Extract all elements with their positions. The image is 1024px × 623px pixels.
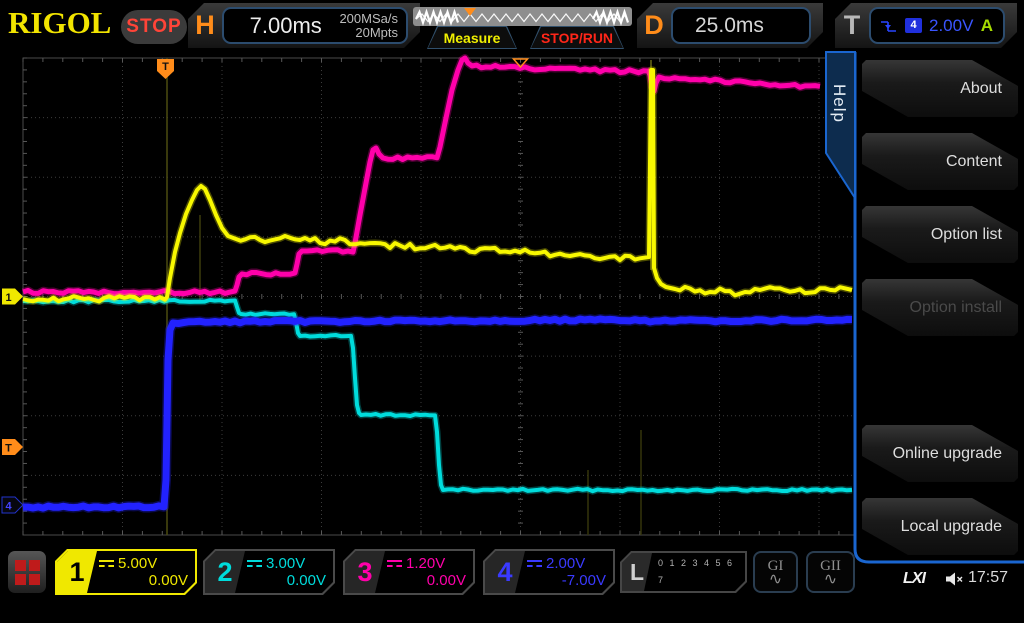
stop-run-button-label: STOP/RUN xyxy=(531,27,623,48)
trigger-source-badge: 4 xyxy=(905,18,922,33)
channel4-offset: -7.00V xyxy=(527,572,606,589)
channel3-number: 3 xyxy=(345,551,385,593)
acquisition-info: 200MSa/s 20Mpts xyxy=(339,12,398,40)
channel4-box[interactable]: 4 2.00V-7.00V xyxy=(483,549,615,595)
help-tab[interactable]: Help xyxy=(829,84,849,123)
generator2-button[interactable]: GII ∿ xyxy=(806,551,855,593)
trigger-position-label: T xyxy=(162,61,169,73)
logic-analyzer-label: L xyxy=(622,553,652,591)
channel1-offset: 0.00V xyxy=(99,572,188,589)
dc-coupling-icon xyxy=(247,560,262,568)
channel3-offset: 0.00V xyxy=(387,572,466,589)
sine-icon: ∿ xyxy=(769,573,782,586)
sample-rate: 200MSa/s xyxy=(339,12,398,26)
lxi-status: LXI xyxy=(903,570,925,588)
channel2-scale: 3.00V xyxy=(266,555,305,572)
channel3-scale: 1.20V xyxy=(406,555,445,572)
timebase-value: 7.00ms xyxy=(232,13,339,39)
stop-run-button[interactable]: STOP/RUN xyxy=(530,26,624,49)
dc-coupling-icon xyxy=(387,560,402,568)
channel4-number: 4 xyxy=(485,551,525,593)
ch1-yellow-halo xyxy=(23,70,852,302)
clock: 17:57 xyxy=(968,569,1008,587)
menu-grid-icon xyxy=(29,560,40,571)
trigger-slope-icon xyxy=(879,18,898,34)
waveform-overview-graphic xyxy=(413,7,632,26)
overview-trigger-marker xyxy=(464,8,476,16)
channel1-position-marker-label: 1 xyxy=(5,292,11,304)
measure-button-label: Measure xyxy=(428,27,516,48)
channel2-offset: 0.00V xyxy=(247,572,326,589)
channel4-position-marker-label: 4 xyxy=(5,501,12,513)
channel4-scale: 2.00V xyxy=(546,555,585,572)
ch2-cyan-trace xyxy=(23,300,852,491)
channel1-scale: 5.00V xyxy=(118,555,157,572)
dc-coupling-icon xyxy=(99,560,114,568)
rigol-logo: RIGOL xyxy=(8,5,111,41)
timebase-box[interactable]: 7.00ms 200MSa/s 20Mpts xyxy=(222,7,408,44)
channel3-box[interactable]: 3 1.20V0.00V xyxy=(343,549,475,595)
trigger-box[interactable]: 4 2.00V A xyxy=(869,7,1005,44)
trigger-mode: A xyxy=(981,16,995,36)
sine-icon: ∿ xyxy=(824,573,837,586)
memory-depth: 20Mpts xyxy=(339,26,398,40)
horizontal-label: H xyxy=(188,10,222,41)
channel2-number: 2 xyxy=(205,551,245,593)
menu-grid-icon xyxy=(15,560,26,571)
menu-grid-icon xyxy=(15,574,26,585)
waveform-overview[interactable] xyxy=(413,7,632,26)
generator1-button[interactable]: GI ∿ xyxy=(753,551,798,593)
delay-panel[interactable]: D 25.0ms xyxy=(637,3,823,48)
ch1-yellow-trace xyxy=(23,70,852,302)
channel1-box[interactable]: 1 5.00V0.00V xyxy=(55,549,197,595)
delay-label: D xyxy=(637,10,671,41)
main-menu-button[interactable] xyxy=(8,551,46,593)
logic-analyzer-box[interactable]: L 0 1 2 3 4 5 6 7 8 9 10 11 12 13 14 15 xyxy=(620,551,747,593)
digital-channel-list: 0 1 2 3 4 5 6 7 8 9 10 11 12 13 14 15 xyxy=(652,553,745,591)
trigger-label: T xyxy=(835,10,869,41)
measure-button[interactable]: Measure xyxy=(427,26,517,49)
speaker-muted-icon xyxy=(945,572,965,587)
run-state-badge: STOP xyxy=(121,10,187,44)
trigger-level-value: 2.00V xyxy=(929,16,973,36)
trigger-level-marker-label: T xyxy=(5,443,12,455)
channel1-number: 1 xyxy=(57,551,97,593)
trigger-panel[interactable]: T 4 2.00V A xyxy=(835,3,1017,48)
digital-channels-row1: 0 1 2 3 4 5 6 7 xyxy=(658,555,745,589)
delay-value: 25.0ms xyxy=(681,14,764,38)
delay-box[interactable]: 25.0ms xyxy=(671,7,811,44)
channel2-box[interactable]: 2 3.00V0.00V xyxy=(203,549,335,595)
horizontal-panel[interactable]: H 7.00ms 200MSa/s 20Mpts xyxy=(188,3,420,48)
menu-grid-icon xyxy=(29,574,40,585)
dc-coupling-icon xyxy=(527,560,542,568)
